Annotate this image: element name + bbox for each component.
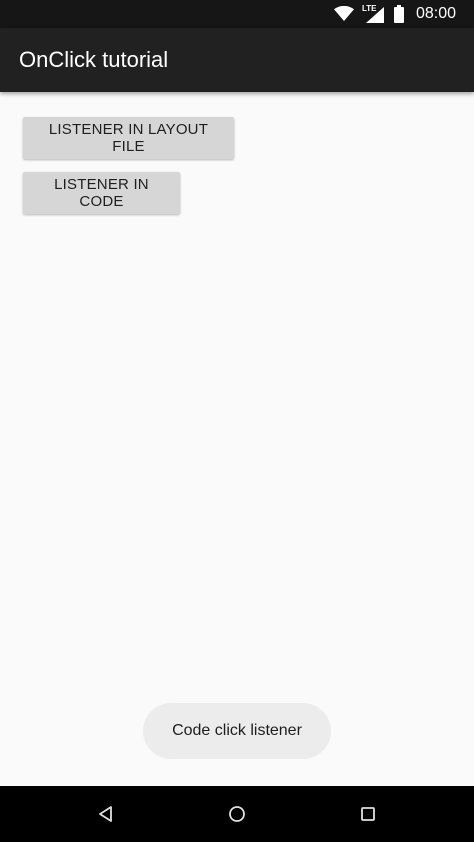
listener-in-layout-file-button[interactable]: LISTENER IN LAYOUT FILE xyxy=(23,117,234,159)
toast-text: Code click listener xyxy=(172,722,302,739)
back-icon[interactable] xyxy=(95,803,117,825)
wifi-icon xyxy=(333,6,354,21)
battery-icon xyxy=(393,5,404,23)
listener-in-code-button[interactable]: LISTENER IN CODE xyxy=(23,172,180,214)
app-screen: LTE 08:00 OnClick tutorial LISTENER IN L… xyxy=(0,0,474,842)
home-icon[interactable] xyxy=(226,803,248,825)
app-title: OnClick tutorial xyxy=(19,47,169,72)
toast-message: Code click listener xyxy=(143,703,331,759)
status-bar: LTE 08:00 xyxy=(0,0,474,28)
navigation-bar xyxy=(0,786,474,842)
recents-icon[interactable] xyxy=(357,803,379,825)
lte-signal-icon: LTE xyxy=(362,4,386,23)
status-time: 08:00 xyxy=(415,5,456,22)
app-bar: OnClick tutorial xyxy=(0,28,474,92)
